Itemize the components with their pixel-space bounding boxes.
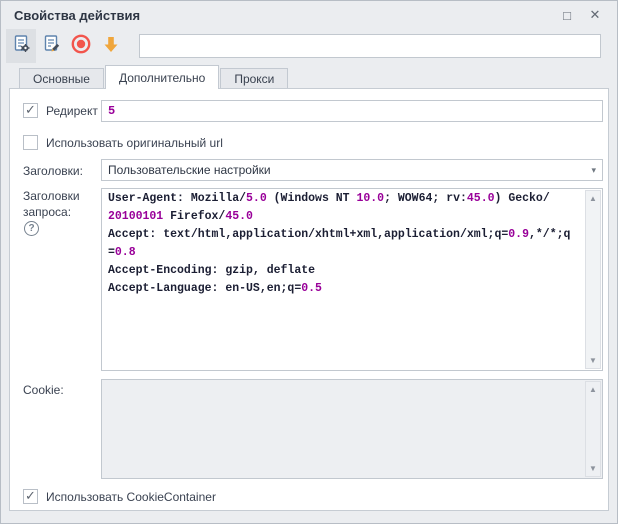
- use-cookie-container-label: Использовать CookieContainer: [46, 490, 216, 504]
- use-original-url-checkbox[interactable]: [23, 135, 38, 150]
- script-settings-icon: [12, 34, 31, 58]
- help-icon[interactable]: ?: [24, 221, 39, 236]
- action-properties-dialog: Свойства действия □ ✕: [0, 0, 618, 524]
- scroll-up-icon[interactable]: ▲: [586, 382, 600, 397]
- titlebar: Свойства действия □ ✕: [1, 1, 617, 29]
- advanced-tab-panel: Редирект Использовать оригинальный url З…: [9, 88, 609, 511]
- scroll-down-icon[interactable]: ▼: [586, 461, 600, 476]
- chevron-down-icon: ▾: [591, 165, 596, 176]
- use-original-url-label: Использовать оригинальный url: [46, 136, 223, 150]
- cookie-scrollbar[interactable]: ▲ ▼: [585, 381, 601, 477]
- headers-preset-select[interactable]: Пользовательские настройки ▾: [101, 159, 603, 181]
- window-buttons: □ ✕: [557, 5, 605, 25]
- tab-main[interactable]: Основные: [19, 68, 104, 89]
- redirect-checkbox[interactable]: [23, 103, 38, 118]
- cookie-label: Cookie:: [23, 383, 64, 397]
- toolbar-input[interactable]: [139, 34, 601, 58]
- redirect-count-input[interactable]: [101, 100, 603, 122]
- tab-proxy[interactable]: Прокси: [220, 68, 288, 89]
- download-button[interactable]: [96, 29, 126, 63]
- script-edit-icon: [42, 34, 61, 58]
- request-headers-text: User-Agent: Mozilla/5.0 (Windows NT 10.0…: [102, 189, 585, 370]
- close-button[interactable]: ✕: [585, 5, 605, 25]
- script-edit-button[interactable]: [36, 29, 66, 63]
- toolbar: [1, 29, 617, 63]
- arrow-down-icon: [101, 34, 121, 59]
- record-icon: [70, 33, 92, 60]
- use-cookie-container-checkbox[interactable]: [23, 489, 38, 504]
- request-headers-label-line1: Заголовки: [23, 189, 80, 203]
- headers-preset-value: Пользовательские настройки: [108, 163, 271, 177]
- redirect-label: Редирект: [46, 104, 98, 118]
- cookie-text: [102, 380, 585, 478]
- scroll-down-icon[interactable]: ▼: [586, 353, 600, 368]
- request-headers-textarea[interactable]: User-Agent: Mozilla/5.0 (Windows NT 10.0…: [101, 188, 603, 371]
- tab-bar: Основные Дополнительно Прокси: [9, 65, 609, 89]
- tab-advanced[interactable]: Дополнительно: [105, 65, 219, 89]
- scroll-up-icon[interactable]: ▲: [586, 191, 600, 206]
- request-headers-label-line2: запроса:: [23, 205, 71, 219]
- record-button[interactable]: [66, 29, 96, 63]
- headers-preset-label: Заголовки:: [23, 164, 83, 178]
- cookie-textarea[interactable]: ▲ ▼: [101, 379, 603, 479]
- window-title: Свойства действия: [14, 8, 140, 23]
- script-settings-button[interactable]: [6, 29, 36, 63]
- maximize-button[interactable]: □: [557, 5, 577, 25]
- request-headers-scrollbar[interactable]: ▲ ▼: [585, 190, 601, 369]
